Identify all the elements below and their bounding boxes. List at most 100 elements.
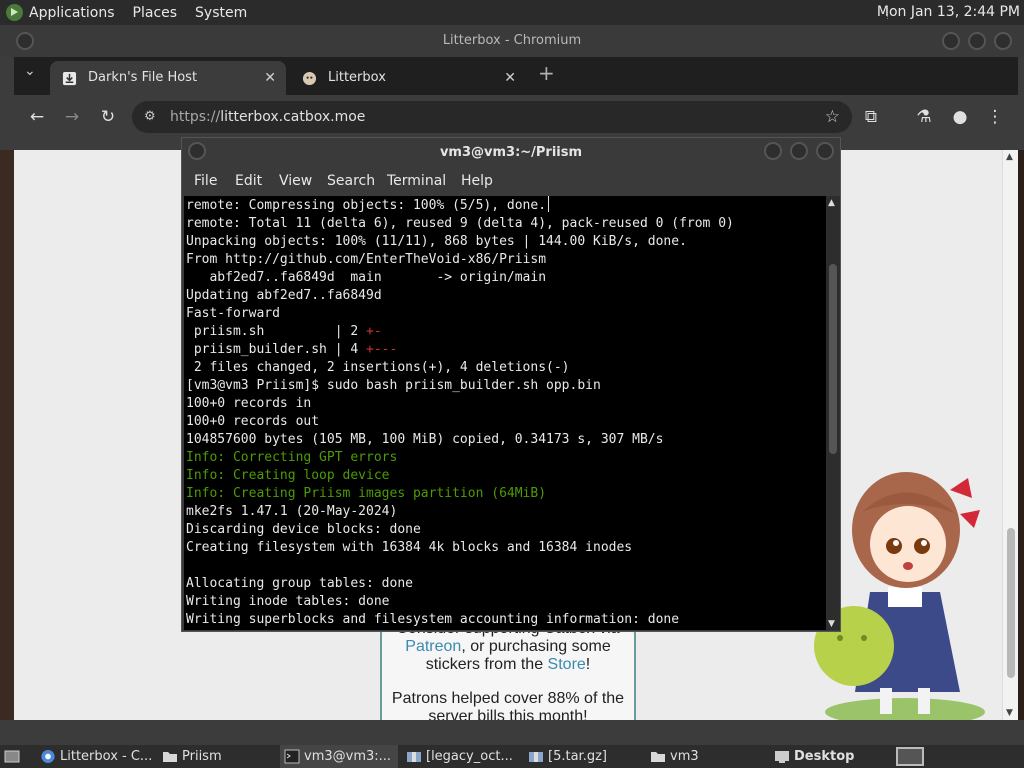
extensions-icon[interactable]: ⧉ [860, 107, 882, 127]
workspace-switcher[interactable] [896, 747, 924, 766]
terminal-line: priism.sh | 2 +- [186, 324, 382, 339]
store-link[interactable]: Store [548, 656, 586, 673]
bookmark-star-icon[interactable]: ☆ [825, 101, 840, 133]
back-icon[interactable]: ← [26, 107, 48, 127]
address-bar[interactable]: ⚙ https://litterbox.catbox.moe ☆ [132, 101, 852, 133]
close-icon[interactable] [816, 142, 834, 160]
archive-icon [407, 752, 421, 762]
terminal-scrollbar-thumb[interactable] [829, 264, 837, 454]
taskbar-item-vm3-folder[interactable]: vm3 [646, 745, 764, 768]
profile-icon[interactable]: ● [949, 107, 971, 127]
page-edge-right [1018, 150, 1024, 720]
menu-terminal[interactable]: Terminal [387, 173, 446, 189]
taskbar-item-tar-archive[interactable]: [5.tar.gz] [524, 745, 642, 768]
terminal-line: 2 files changed, 2 insertions(+), 4 dele… [186, 360, 570, 375]
folder-icon [651, 752, 665, 762]
taskbar-item-terminal[interactable]: vm3@vm3:... [280, 745, 398, 768]
taskbar-item-legacy-archive[interactable]: [legacy_oct... [402, 745, 520, 768]
tab-strip: ⌄ Darkn's File Host ✕ Litterbox ✕ + [14, 57, 1018, 95]
menu-kebab-icon[interactable]: ⋮ [984, 107, 1006, 127]
tab-close-icon[interactable]: ✕ [264, 61, 276, 95]
taskbar-label: vm3@vm3:... [304, 749, 392, 764]
menu-search[interactable]: Search [327, 173, 375, 189]
browser-window-title: Litterbox - Chromium [442, 33, 582, 48]
terminal-line: priism_builder.sh | 4 +--- [186, 342, 398, 357]
page-scrollbar[interactable]: ▲ ▼ [1002, 150, 1018, 720]
menu-file[interactable]: File [194, 173, 217, 189]
terminal-titlebar[interactable]: vm3@vm3:~/Priism [182, 138, 840, 167]
terminal-line: abf2ed7..fa6849d main -> origin/main [186, 270, 547, 285]
terminal-line: 100+0 records out [186, 414, 320, 429]
top-panel: Applications Places System Mon Jan 13, 2… [0, 0, 1024, 25]
taskbar-label: [legacy_oct... [426, 749, 513, 764]
page-edge-left [0, 150, 14, 720]
window-menu-icon[interactable] [188, 142, 206, 160]
tab-close-icon[interactable]: ✕ [504, 61, 516, 95]
menu-places[interactable]: Places [133, 5, 178, 21]
terminal-line: mke2fs 1.47.1 (20-May-2024) [186, 504, 398, 519]
folder-icon [163, 752, 177, 762]
browser-titlebar[interactable]: Litterbox - Chromium [0, 25, 1024, 57]
site-info-icon[interactable]: ⚙ [144, 101, 156, 133]
menu-help[interactable]: Help [461, 173, 493, 189]
menu-applications[interactable]: Applications [29, 5, 115, 21]
terminal-line: Writing superblocks and filesystem accou… [186, 612, 680, 627]
menu-edit[interactable]: Edit [235, 173, 262, 189]
terminal-line: Info: Creating loop device [186, 468, 390, 483]
clock[interactable]: Mon Jan 13, 2:44 PM [877, 4, 1020, 20]
tab-litterbox[interactable]: Litterbox ✕ [290, 61, 526, 95]
scroll-up-icon[interactable]: ▲ [828, 198, 835, 208]
patreon-link[interactable]: Patreon [405, 638, 461, 655]
show-desktop-icon[interactable] [0, 745, 24, 768]
patrons-text: Patrons helped cover 88% of the server b… [391, 690, 625, 720]
terminal-line: Fast-forward [186, 306, 280, 321]
terminal-line: Discarding device blocks: done [186, 522, 421, 537]
terminal-line: From http://github.com/EnterTheVoid-x86/… [186, 252, 547, 267]
download-icon [62, 71, 77, 86]
taskbar-item-chromium[interactable]: Litterbox - C... [36, 745, 154, 768]
url-text[interactable]: https://litterbox.catbox.moe [170, 101, 365, 133]
maximize-icon[interactable] [790, 142, 808, 160]
tab-search-icon[interactable]: ⌄ [24, 63, 36, 79]
taskbar-label: vm3 [670, 749, 699, 764]
terminal-line: remote: Total 11 (delta 6), reused 9 (de… [186, 216, 734, 231]
new-tab-icon[interactable]: + [538, 61, 555, 85]
taskbar-item-priism[interactable]: Priism [158, 745, 276, 768]
chromium-icon [41, 749, 55, 764]
tab-darkns-file-host[interactable]: Darkn's File Host ✕ [50, 61, 286, 95]
tab-title: Litterbox [328, 70, 386, 85]
terminal-line: 100+0 records in [186, 396, 312, 411]
taskbar-label: Desktop [794, 749, 855, 764]
terminal-line: Creating filesystem with 16384 4k blocks… [186, 540, 633, 555]
page-scrollbar-thumb[interactable] [1007, 528, 1015, 678]
browser-toolbar: ← → ↻ ⚙ https://litterbox.catbox.moe ☆ ⧉… [14, 95, 1018, 141]
minimize-icon[interactable] [942, 32, 960, 50]
taskbar-label: Litterbox - C... [60, 749, 153, 764]
taskbar-label: [5.tar.gz] [548, 749, 607, 764]
terminal-line: Info: Creating Priism images partition (… [186, 486, 547, 501]
labs-flask-icon[interactable]: ⚗ [913, 107, 935, 127]
cat-favicon-icon [302, 71, 317, 86]
terminal-scrollbar[interactable]: ▲ ▼ [826, 196, 840, 630]
reload-icon[interactable]: ↻ [97, 107, 119, 127]
terminal-line: 104857600 bytes (105 MB, 100 MiB) copied… [186, 432, 664, 447]
taskbar-desktop[interactable]: Desktop [770, 745, 888, 768]
terminal-line: Writing inode tables: done [186, 594, 390, 609]
terminal-output[interactable]: remote: Compressing objects: 100% (5/5),… [184, 196, 826, 630]
forward-icon[interactable]: → [61, 107, 83, 127]
scroll-up-icon[interactable]: ▲ [1006, 152, 1013, 162]
scroll-down-icon[interactable]: ▼ [828, 619, 835, 629]
applications-icon[interactable] [6, 4, 23, 21]
terminal-icon [284, 749, 300, 764]
scroll-down-icon[interactable]: ▼ [1006, 708, 1013, 718]
window-menu-icon[interactable] [16, 32, 34, 50]
terminal-line: remote: Compressing objects: 100% (5/5),… [186, 198, 547, 213]
menu-view[interactable]: View [279, 173, 312, 189]
terminal-line: [vm3@vm3 Priism]$ sudo bash priism_build… [186, 378, 601, 393]
terminal-line: Unpacking objects: 100% (11/11), 868 byt… [186, 234, 687, 249]
close-icon[interactable] [994, 32, 1012, 50]
minimize-icon[interactable] [764, 142, 782, 160]
menu-system[interactable]: System [195, 5, 247, 21]
maximize-icon[interactable] [968, 32, 986, 50]
